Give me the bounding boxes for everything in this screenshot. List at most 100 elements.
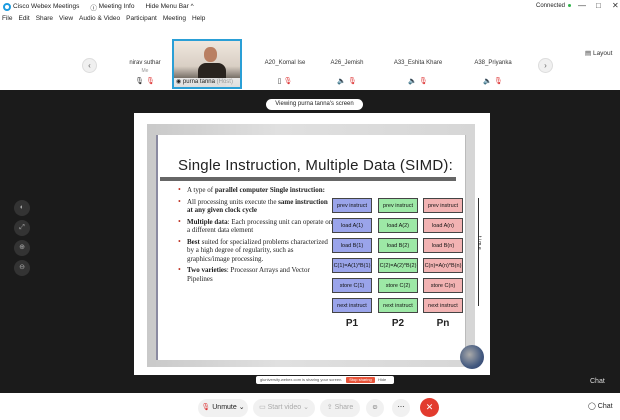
chat-icon: ◯: [588, 403, 596, 410]
speaker-icon: 🔈: [483, 78, 492, 85]
processor-column: prev instruct load A(1) load B(1) C(1)=A(1)…: [330, 198, 374, 316]
slide-bullet: Best suited for specialized problems cha…: [178, 238, 334, 264]
participant-tile-priyanka[interactable]: A38_Priyanka 🔈 🎙: [458, 60, 528, 87]
chat-button[interactable]: ◯ Chat: [588, 402, 613, 410]
mic-muted-icon: 🎙: [283, 78, 293, 85]
menu-bar: File Edit Share View Audio & Video Parti…: [0, 13, 620, 24]
meeting-info-button[interactable]: ⓘ Meeting Info: [90, 2, 134, 12]
bullet-bold: Best: [187, 237, 200, 246]
chevron-down-icon: ⌄: [303, 404, 309, 411]
webex-logo-icon: [3, 2, 11, 11]
participant-tile-jemish[interactable]: A26_Jemish 🔈 🎙: [312, 60, 382, 87]
instruction-cell: load A(n): [423, 218, 463, 233]
bullet-bold: parallel computer Single instruction:: [214, 186, 325, 194]
processor-label: P2: [391, 318, 405, 329]
video-icon: ▭: [259, 404, 266, 411]
layout-button[interactable]: ▤ Layout: [585, 49, 612, 57]
presenting-icon: ◉: [176, 79, 182, 85]
maximize-button[interactable]: □: [596, 1, 601, 10]
presenter-label: ◉ purna tanna (Host): [174, 78, 240, 87]
reactions-button[interactable]: ☺: [366, 399, 384, 417]
bullet-text: All processing units execute the: [187, 197, 279, 206]
minimize-button[interactable]: —: [578, 1, 586, 10]
share-button[interactable]: ⇪ Share: [320, 399, 360, 417]
mic-muted-icon: 🎙: [347, 78, 357, 85]
instruction-cell: C(n)=A(n)*B(n): [423, 258, 463, 273]
instruction-cell: store C(1): [332, 278, 372, 293]
instruction-cell: prev instruct: [378, 198, 418, 213]
smiley-icon: ☺: [371, 404, 379, 411]
more-icon: ⋯: [397, 404, 405, 411]
slide-bullet: A type of parallel computer Single instr…: [178, 186, 334, 195]
more-options-button[interactable]: ⋯: [392, 399, 410, 417]
instruction-cell: store C(2): [378, 278, 418, 293]
scroll-left-button[interactable]: ‹: [82, 58, 97, 73]
hide-menu-bar-button[interactable]: Hide Menu Bar ^: [145, 3, 193, 10]
instruction-cell: prev instruct: [423, 198, 463, 213]
unmute-button[interactable]: 🎙 Unmute ⌄: [198, 399, 248, 417]
processor-label: P1: [345, 318, 359, 329]
chat-panel-label: Chat: [590, 378, 605, 385]
info-icon: ⓘ: [90, 4, 99, 12]
leave-meeting-button[interactable]: ✕: [420, 398, 439, 417]
close-button[interactable]: ✕: [612, 1, 619, 10]
hide-sharing-bar-button[interactable]: Hide: [378, 377, 386, 383]
slide-title-rule: [160, 177, 456, 181]
bullet-text: A type of: [187, 186, 215, 194]
title-bar: Cisco Webex Meetings ⓘ Meeting Info Hide…: [0, 0, 620, 13]
stop-sharing-button[interactable]: Stop sharing: [346, 377, 375, 383]
menu-meeting[interactable]: Meeting: [163, 15, 186, 22]
menu-help[interactable]: Help: [192, 15, 205, 22]
instruction-cell: load B(1): [332, 238, 372, 253]
chevron-right-icon: ›: [544, 61, 547, 70]
share-icon: ⇪: [326, 404, 333, 411]
participant-tile-nirav[interactable]: nirav suthar Me 🎙 🎙: [110, 60, 180, 87]
participant-tile-eshita[interactable]: A33_Eshita Khare 🔈 🎙: [383, 60, 453, 87]
menu-view[interactable]: View: [59, 15, 73, 22]
bullet-text: suited for specialized problems characte…: [187, 237, 328, 263]
instruction-cell: C(1)=A(1)*B(1): [332, 258, 372, 273]
pointer-icon[interactable]: ◐: [14, 200, 30, 216]
instruction-cell: load B(n): [423, 238, 463, 253]
slide-bullet: All processing units execute the same in…: [178, 198, 334, 215]
instruction-cell: next instruct: [423, 298, 463, 313]
chevron-left-icon: ‹: [88, 61, 91, 70]
connection-status: Connected: [536, 3, 572, 9]
menu-file[interactable]: File: [2, 15, 12, 22]
instruction-cell: store C(n): [423, 278, 463, 293]
speaker-icon: 🔈: [408, 78, 417, 85]
menu-participant[interactable]: Participant: [126, 15, 157, 22]
menu-audio-video[interactable]: Audio & Video: [79, 15, 120, 22]
scroll-right-button[interactable]: ›: [538, 58, 553, 73]
processor-column: prev instruct load A(2) load B(2) C(2)=A(2)…: [376, 198, 420, 316]
zoom-out-icon[interactable]: ⊖: [14, 260, 30, 276]
slide-bullet: Two varieties: Processor Arrays and Vect…: [178, 266, 334, 283]
mic-muted-icon: 🎙: [493, 78, 503, 85]
mic-muted-icon: 🎙: [201, 404, 211, 411]
app-title: Cisco Webex Meetings: [3, 2, 79, 11]
layout-icon: ▤: [585, 50, 593, 57]
bullet-bold: Multiple data: [187, 217, 228, 226]
slide-title: Single Instruction, Multiple Data (SIMD)…: [178, 157, 453, 174]
bullet-bold: Two varieties: [187, 266, 227, 274]
instruction-cell: load B(2): [378, 238, 418, 253]
instruction-cell: load A(2): [378, 218, 418, 233]
start-video-button[interactable]: ▭ Start video ⌄: [253, 399, 315, 417]
close-icon: ✕: [425, 402, 434, 412]
menu-edit[interactable]: Edit: [18, 15, 29, 22]
zoom-in-icon[interactable]: ⊕: [14, 240, 30, 256]
video-off-icon: ▯: [277, 78, 282, 85]
presenter-video[interactable]: ◉ purna tanna (Host): [172, 39, 242, 89]
time-label: t i m e: [476, 236, 482, 250]
chevron-down-icon: ⌄: [238, 404, 245, 411]
time-arrow: [478, 198, 479, 306]
instruction-cell: C(2)=A(2)*B(2): [378, 258, 418, 273]
mic-muted-icon: 🎙: [145, 78, 155, 85]
presenter-head: [204, 47, 217, 62]
menu-share[interactable]: Share: [36, 15, 53, 22]
fit-icon[interactable]: ⤢: [14, 220, 30, 236]
participant-tile-komal[interactable]: A20_Komal Ise ▯ 🎙: [250, 60, 320, 87]
viewing-banner: Viewing purna tanna's screen: [266, 99, 363, 110]
webex-ball-icon: [460, 345, 484, 369]
mic-muted-icon: 🎙: [418, 78, 428, 85]
